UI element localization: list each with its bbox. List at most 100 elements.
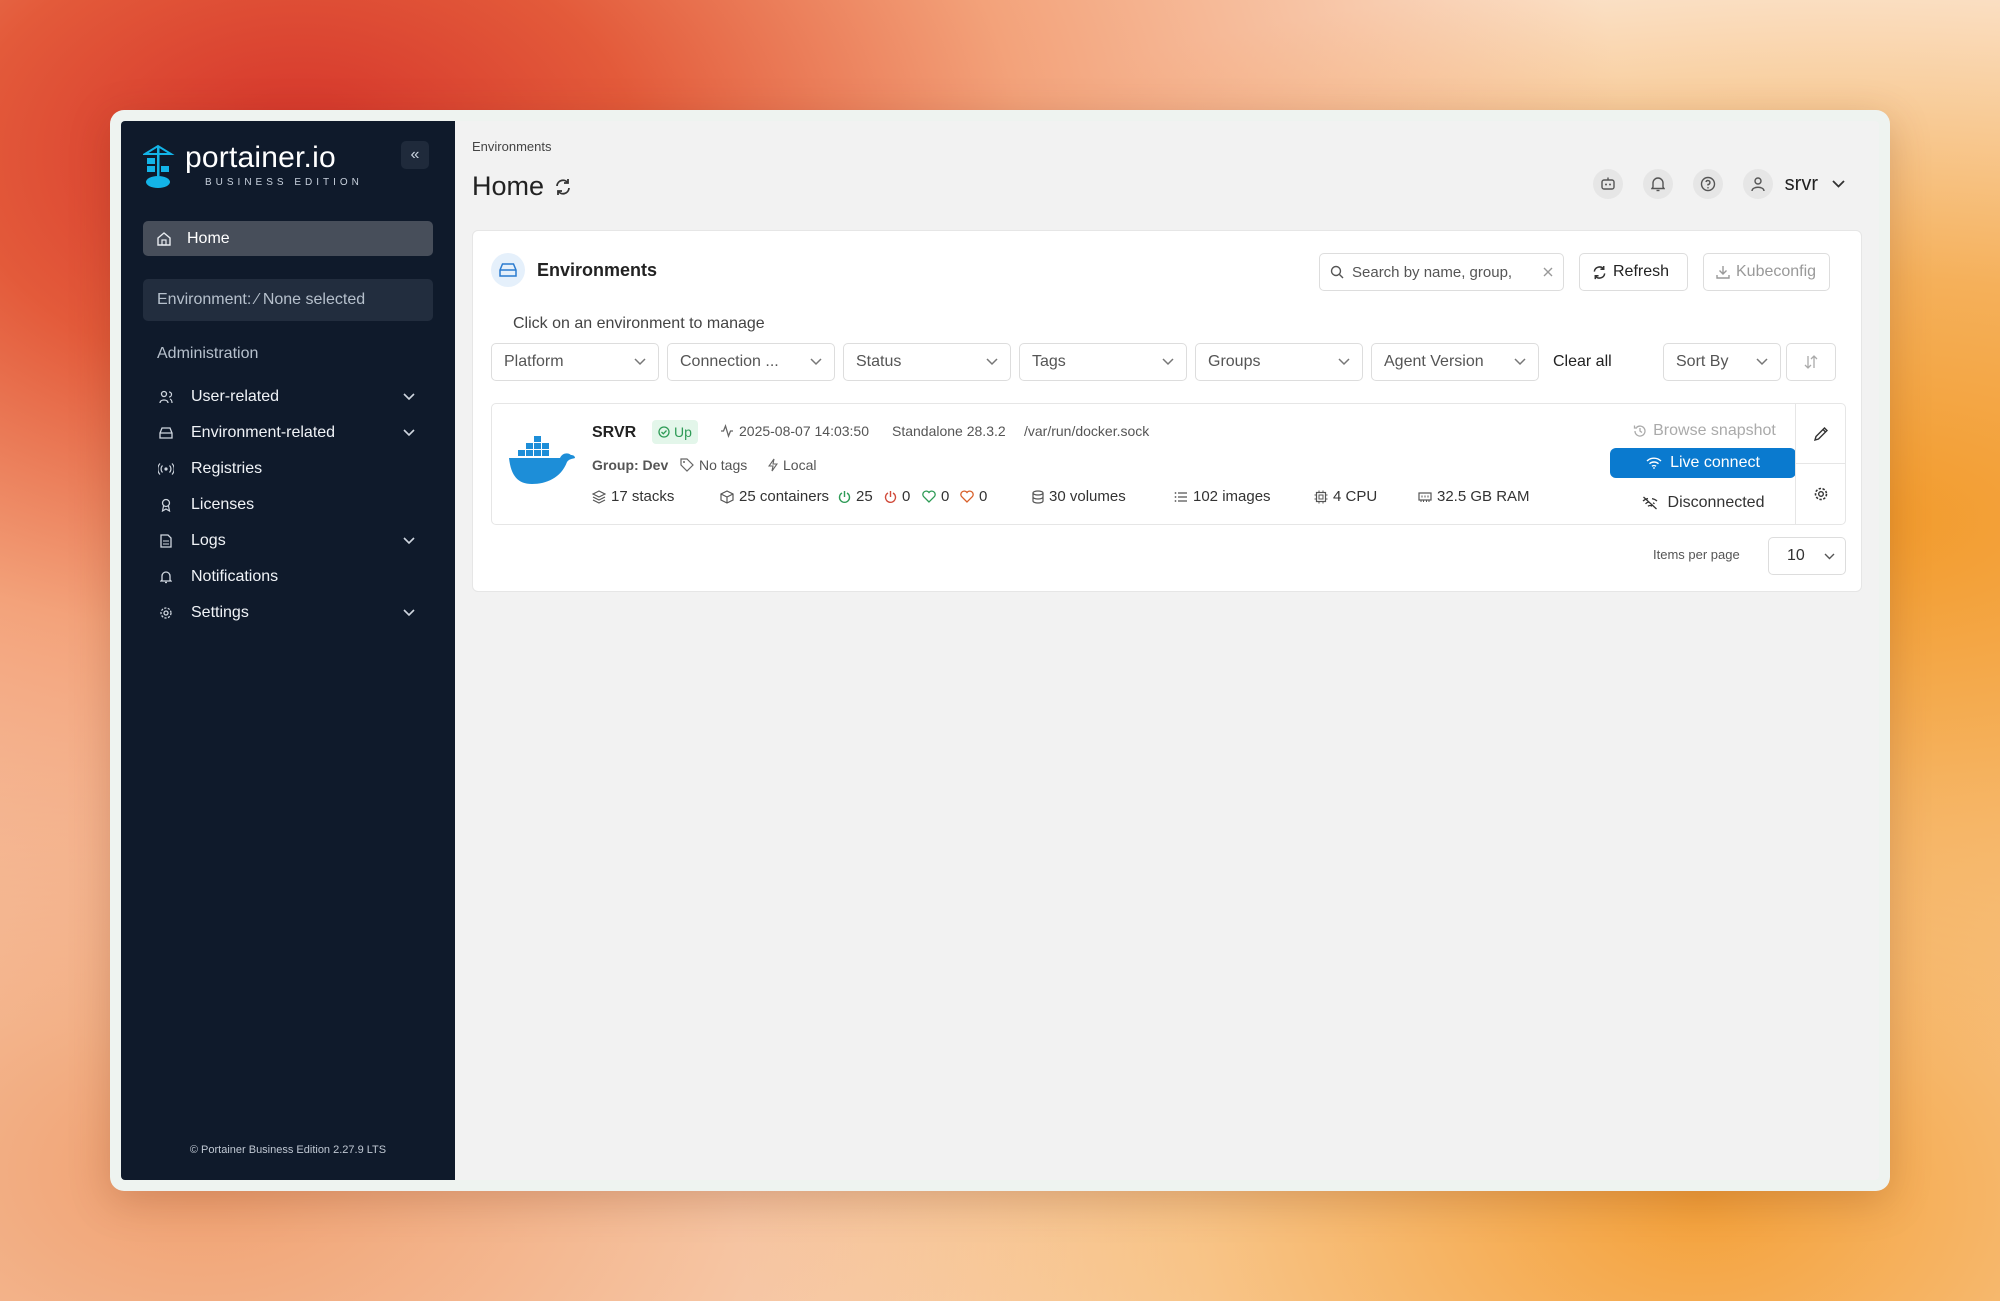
containers-text: 25 containers: [739, 488, 830, 505]
server-icon: [157, 427, 175, 439]
server-icon: [491, 253, 525, 287]
environments-card: Environments Refresh Kubeconfig Click on…: [472, 230, 1862, 592]
edit-environment-button[interactable]: [1796, 404, 1845, 464]
cpu-text: 4 CPU: [1333, 488, 1378, 505]
sidebar-item-label: User-related: [191, 388, 280, 405]
chevron-down-icon: [1162, 358, 1174, 366]
last-check-timestamp: 2025-08-07 14:03:50: [720, 423, 869, 439]
sidebar-item-environment-related[interactable]: Environment-related: [143, 415, 433, 451]
box-icon: [720, 489, 734, 504]
database-icon: [1032, 489, 1044, 504]
collapse-sidebar-button[interactable]: «: [401, 141, 429, 169]
status-text: Up: [674, 424, 692, 440]
sidebar-item-label: Logs: [191, 532, 226, 549]
stacks-count: 17 stacks: [592, 488, 674, 505]
portainer-app: portainer.io BUSINESS EDITION « Home Env…: [121, 121, 1879, 1180]
sidebar-item-notifications[interactable]: Notifications: [143, 559, 433, 595]
breadcrumb[interactable]: Environments: [472, 139, 551, 154]
avatar: [1742, 169, 1773, 199]
sidebar-item-home-label: Home: [187, 229, 230, 247]
location-text: Local: [783, 457, 817, 473]
wifi-off-icon: [1642, 496, 1658, 510]
filter-platform[interactable]: Platform: [491, 343, 659, 381]
filter-label: Connection ...: [680, 353, 779, 370]
ai-assistant-button[interactable]: [1592, 169, 1623, 199]
sort-arrows-icon: [1804, 355, 1818, 369]
sidebar-item-label: Notifications: [191, 568, 279, 585]
memory-icon: [1418, 491, 1432, 503]
gear-icon: [1813, 486, 1829, 502]
ram-text: 32.5 GB RAM: [1437, 488, 1530, 505]
filter-status[interactable]: Status: [843, 343, 1011, 381]
environment-name: SRVR: [592, 424, 637, 441]
filter-label: Tags: [1032, 353, 1066, 370]
cpu-count: 4 CPU: [1314, 488, 1377, 505]
filter-tags[interactable]: Tags: [1019, 343, 1187, 381]
reload-icon[interactable]: [554, 178, 572, 196]
stopped-count: 0: [884, 488, 910, 505]
environment-socket: /var/run/docker.sock: [1024, 423, 1150, 439]
environment-group: Group: Dev: [592, 457, 669, 473]
tags-text: No tags: [699, 457, 748, 473]
power-icon-running: [838, 490, 851, 504]
browse-snapshot-button[interactable]: Browse snapshot: [1612, 416, 1797, 446]
logo-subtitle: BUSINESS EDITION: [205, 177, 363, 188]
items-per-page-label: Items per page: [1653, 547, 1740, 562]
environment-item[interactable]: SRVR Up 2025-08-07 14:03:50 Standalone 2…: [491, 403, 1846, 525]
help-button[interactable]: [1692, 169, 1723, 199]
filter-agent-version[interactable]: Agent Version: [1371, 343, 1539, 381]
sidebar-item-logs[interactable]: Logs: [143, 523, 433, 559]
environment-location: Local: [768, 457, 816, 473]
username: srvr: [1784, 172, 1818, 195]
sidebar-item-label: Environment-related: [191, 424, 336, 441]
environment-settings-button[interactable]: [1796, 464, 1845, 524]
sort-order-button[interactable]: [1786, 343, 1836, 381]
search-box: [1319, 253, 1564, 291]
filter-label: Agent Version: [1384, 353, 1484, 370]
download-icon: [1716, 265, 1730, 279]
environment-selector[interactable]: Environment: ⁄ None selected: [143, 279, 433, 321]
bell-icon: [157, 570, 175, 584]
live-connect-button[interactable]: Live connect: [1610, 448, 1796, 478]
award-icon: [157, 498, 175, 512]
running-text: 25: [856, 488, 873, 505]
sidebar-item-label: Settings: [191, 604, 249, 621]
clear-all-filters-button[interactable]: Clear all: [1553, 353, 1612, 371]
sidebar-item-home[interactable]: Home: [143, 221, 433, 256]
kubeconfig-button[interactable]: Kubeconfig: [1703, 253, 1830, 291]
manage-hint: Click on an environment to manage: [513, 315, 765, 332]
items-per-page-value: 10: [1787, 547, 1805, 564]
sidebar-item-licenses[interactable]: Licenses: [143, 487, 433, 523]
user-menu[interactable]: srvr: [1742, 169, 1845, 199]
refresh-button[interactable]: Refresh: [1579, 253, 1688, 291]
portainer-logo[interactable]: portainer.io BUSINESS EDITION: [143, 143, 363, 188]
app-window: portainer.io BUSINESS EDITION « Home Env…: [110, 110, 1890, 1191]
environment-tags: No tags: [680, 457, 747, 473]
sidebar-item-user-related[interactable]: User-related: [143, 379, 433, 415]
volumes-count: 30 volumes: [1032, 488, 1126, 505]
sidebar-footer-version: © Portainer Business Edition 2.27.9 LTS: [189, 1144, 387, 1156]
sort-by-select[interactable]: Sort By: [1663, 343, 1781, 381]
section-title-administration: Administration: [157, 345, 259, 362]
user-icon: [1750, 176, 1765, 192]
pencil-icon: [1813, 426, 1829, 442]
sidebar-item-registries[interactable]: Registries: [143, 451, 433, 487]
unhealthy-text: 0: [979, 488, 988, 505]
filter-groups[interactable]: Groups: [1195, 343, 1363, 381]
search-input[interactable]: [1352, 263, 1543, 281]
items-per-page-select[interactable]: 10: [1768, 537, 1846, 575]
connection-status-text: Disconnected: [1667, 494, 1765, 511]
page-title: Home: [472, 171, 572, 202]
layers-icon: [592, 489, 606, 504]
docker-icon: [508, 434, 576, 486]
volumes-text: 30 volumes: [1049, 488, 1126, 505]
card-header: Environments: [491, 253, 657, 287]
stacks-text: 17 stacks: [611, 488, 675, 505]
chevron-down-icon: [403, 609, 415, 617]
sidebar-item-label: Registries: [191, 460, 263, 477]
activity-icon: [720, 424, 734, 438]
notifications-button[interactable]: [1642, 169, 1673, 199]
clear-search-icon[interactable]: [1543, 267, 1553, 277]
filter-connection[interactable]: Connection ...: [667, 343, 835, 381]
sidebar-item-settings[interactable]: Settings: [143, 595, 433, 631]
